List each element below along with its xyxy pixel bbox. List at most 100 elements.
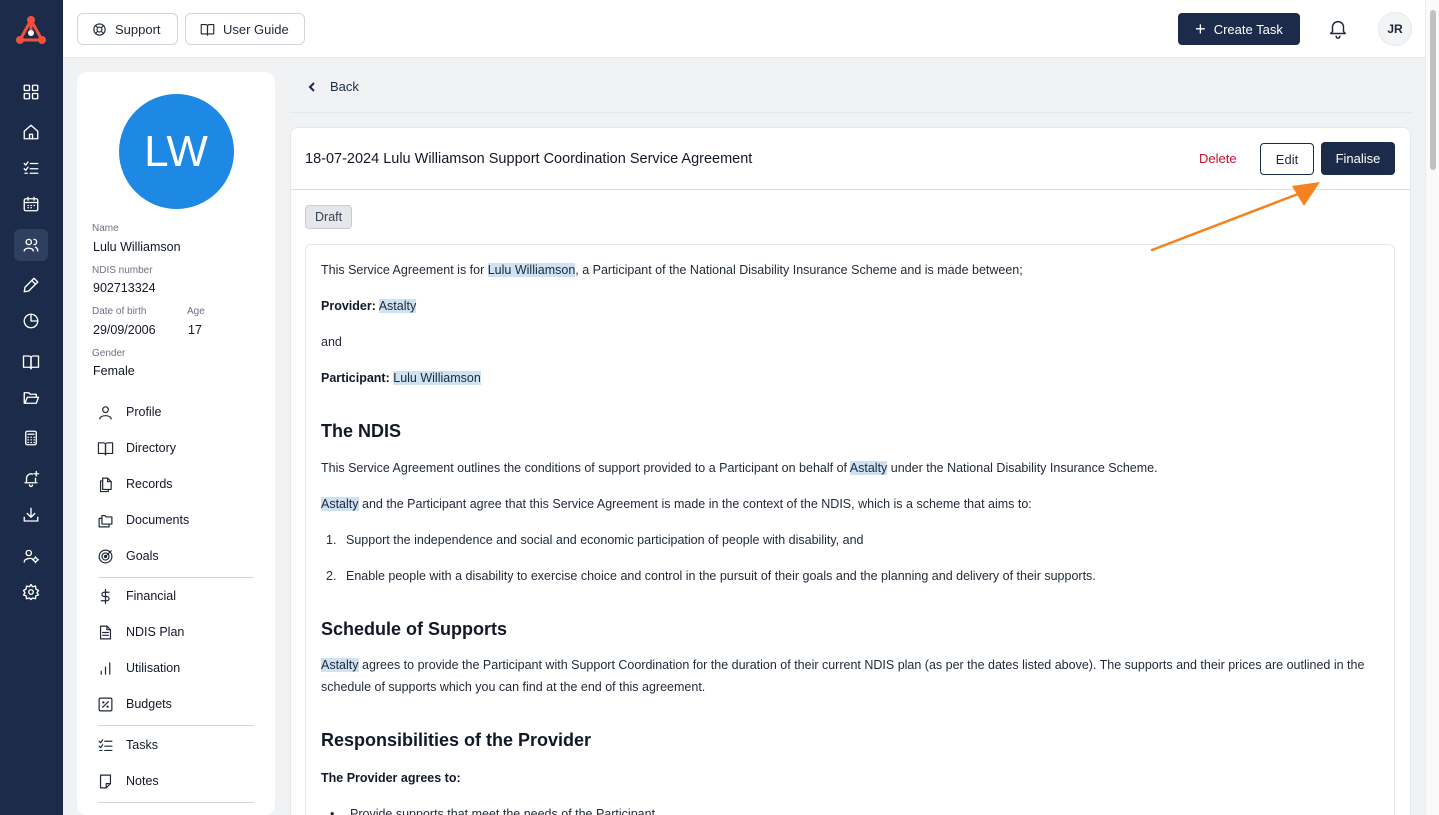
responsibilities-intro: The Provider agrees to: (321, 771, 461, 785)
provider-name-highlight: Astalty (321, 658, 359, 672)
finalise-button[interactable]: Finalise (1321, 142, 1395, 175)
folders-icon (98, 514, 113, 527)
menu-divider (98, 725, 254, 726)
ndis-number-label: NDIS number (92, 265, 153, 276)
book-icon[interactable] (14, 346, 48, 378)
ndis-paragraph-1: This Service Agreement outlines the cond… (321, 461, 1158, 475)
create-task-button[interactable]: + Create Task (1178, 13, 1300, 45)
user-avatar[interactable]: JR (1378, 12, 1412, 46)
menu-item-label: Notes (126, 774, 159, 788)
bar-chart-icon (100, 661, 111, 675)
ndis-number: 902713324 (93, 281, 156, 295)
intro-paragraph: This Service Agreement is for Lulu Willi… (321, 263, 1023, 277)
bell-plus-icon[interactable] (14, 463, 48, 495)
lifebuoy-icon (93, 22, 106, 36)
edit-button[interactable]: Edit (1260, 143, 1314, 175)
participant-name-highlight: Lulu Williamson (393, 371, 481, 385)
menu-item-label: Profile (126, 405, 162, 419)
menu-item-label: NDIS Plan (126, 625, 185, 639)
provider-name-highlight: Astalty (378, 299, 417, 313)
user-cog-icon[interactable] (14, 540, 48, 572)
schedule-paragraph: Astalty agrees to provide the Participan… (321, 658, 1365, 694)
menu-item-records[interactable]: Records (97, 472, 173, 496)
name-label: Name (92, 223, 119, 234)
participant-line: Participant: Lulu Williamson (321, 371, 481, 385)
list-item: • Provide supports that meet the needs of… (330, 807, 655, 815)
support-label: Support (115, 21, 161, 37)
agreement-body: This Service Agreement is for Lulu Willi… (305, 244, 1395, 815)
menu-item-label: Records (126, 477, 173, 491)
top-bar: Support User Guide + Create Task JR (63, 0, 1425, 58)
age-value: 17 (188, 323, 202, 337)
dollar-icon (100, 588, 110, 604)
menu-item-label: Directory (126, 441, 177, 455)
calendar-icon[interactable] (14, 188, 48, 220)
age-label: Age (187, 306, 205, 317)
scrollbar-thumb[interactable] (1430, 10, 1436, 170)
plus-icon: + (1195, 19, 1206, 39)
dob-value: 29/09/2006 (93, 323, 156, 337)
chevron-left-icon (308, 81, 315, 92)
menu-item-label: Documents (126, 513, 190, 527)
delete-button[interactable]: Delete (1199, 151, 1237, 166)
gender-label: Gender (92, 348, 126, 359)
checklist-icon (98, 738, 113, 751)
menu-item-budgets[interactable]: Budgets (97, 692, 172, 716)
book-icon (97, 441, 114, 455)
settings-icon[interactable] (14, 576, 48, 608)
menu-item-directory[interactable]: Directory (97, 436, 176, 460)
open-book-icon (200, 23, 215, 36)
annotation-arrow-icon (1150, 182, 1320, 252)
target-icon (98, 549, 113, 563)
menu-item-notes[interactable]: Notes (97, 769, 159, 793)
menu-item-profile[interactable]: Profile (97, 400, 161, 424)
app-logo-icon[interactable] (13, 13, 49, 49)
document-icon (99, 625, 112, 639)
side-rail (0, 0, 63, 815)
users-icon[interactable] (14, 229, 48, 261)
page-scrollbar[interactable] (1425, 0, 1439, 815)
folder-icon[interactable] (14, 382, 48, 414)
menu-item-ndis-plan[interactable]: NDIS Plan (97, 620, 184, 644)
note-icon (99, 774, 112, 788)
back-link[interactable]: Back (306, 79, 359, 94)
provider-name-highlight: Astalty (849, 461, 888, 475)
create-task-label: Create Task (1213, 21, 1283, 37)
menu-item-label: Utilisation (126, 661, 181, 675)
menu-item-documents[interactable]: Documents (97, 508, 189, 532)
files-icon (99, 477, 112, 492)
back-label: Back (330, 79, 359, 94)
heading-responsibilities: Responsibilities of the Provider (321, 730, 592, 750)
document-title: 18-07-2024 Lulu Williamson Support Coord… (305, 151, 753, 167)
provider-name-highlight: Astalty (321, 497, 359, 511)
participant-name-highlight: Lulu Williamson (487, 263, 576, 277)
gender-value: Female (93, 364, 135, 378)
user-guide-label: User Guide (223, 21, 289, 37)
menu-divider (98, 577, 254, 578)
download-icon[interactable] (14, 499, 48, 531)
heading-ndis: The NDIS (321, 421, 402, 441)
menu-item-label: Tasks (126, 738, 158, 752)
menu-item-goals[interactable]: Goals (97, 544, 159, 568)
menu-item-financial[interactable]: Financial (97, 584, 176, 608)
menu-item-utilisation[interactable]: Utilisation (97, 656, 180, 680)
pie-chart-icon[interactable] (14, 305, 48, 337)
checklist-icon[interactable] (14, 152, 48, 184)
ndis-paragraph-2: Astalty and the Participant agree that t… (321, 497, 1032, 511)
notifications-bell-icon[interactable] (1327, 17, 1351, 41)
header-divider (290, 112, 1412, 113)
user-guide-button[interactable]: User Guide (185, 13, 305, 45)
user-icon (99, 405, 112, 419)
calculator-icon[interactable] (14, 422, 48, 454)
menu-item-label: Goals (126, 549, 159, 563)
list-item: 1. Support the independence and social an… (326, 533, 864, 547)
menu-item-tasks[interactable]: Tasks (97, 733, 158, 757)
support-button[interactable]: Support (77, 13, 178, 45)
provider-line: Provider: Astalty (321, 299, 417, 313)
dashboard-icon[interactable] (14, 76, 48, 108)
pen-icon[interactable] (14, 269, 48, 301)
participant-name: Lulu Williamson (93, 240, 181, 254)
home-icon[interactable] (14, 116, 48, 148)
percent-icon (98, 697, 113, 711)
participant-avatar: LW (119, 94, 234, 209)
